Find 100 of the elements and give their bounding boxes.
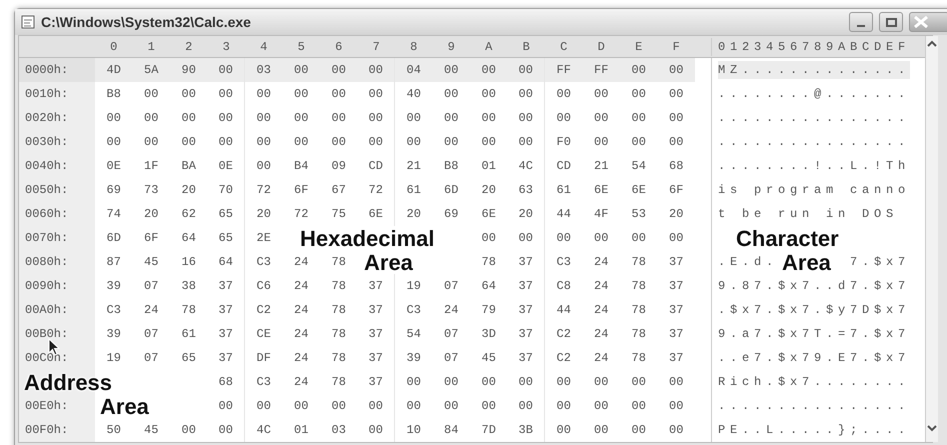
hex-cell[interactable]: 37 bbox=[658, 322, 695, 346]
character-text[interactable]: ................ bbox=[718, 397, 910, 415]
hex-cell[interactable]: 37 bbox=[358, 274, 395, 298]
hex-cell[interactable]: 00 bbox=[358, 130, 395, 154]
hex-cell[interactable]: 6E bbox=[470, 202, 508, 226]
hex-cell[interactable]: BA bbox=[170, 154, 208, 178]
hex-cell[interactable]: C3 bbox=[95, 298, 132, 322]
hex-cell[interactable]: 00 bbox=[170, 106, 208, 130]
hex-cell[interactable]: 00 bbox=[508, 82, 545, 106]
hex-cell[interactable]: 00 bbox=[658, 58, 695, 82]
hex-cell[interactable]: 00 bbox=[508, 106, 545, 130]
scrollbar[interactable] bbox=[925, 36, 938, 442]
hex-cell[interactable]: 00 bbox=[208, 58, 245, 82]
hex-cell[interactable]: 39 bbox=[95, 274, 132, 298]
hex-cell[interactable]: 07 bbox=[132, 322, 170, 346]
hex-cell[interactable]: 37 bbox=[508, 322, 545, 346]
hex-cell[interactable]: 07 bbox=[432, 274, 470, 298]
hex-cell[interactable]: 00 bbox=[658, 370, 695, 394]
hex-cell[interactable]: 4D bbox=[95, 58, 132, 82]
hex-cell[interactable]: 74 bbox=[95, 202, 132, 226]
character-text[interactable]: ........@....... bbox=[718, 85, 910, 103]
hex-cell[interactable]: 00 bbox=[545, 418, 582, 442]
hex-cell[interactable]: 00 bbox=[282, 130, 320, 154]
hex-cell[interactable]: 37 bbox=[508, 346, 545, 370]
hex-cell[interactable]: 00 bbox=[470, 106, 508, 130]
hex-cell[interactable]: 69 bbox=[432, 202, 470, 226]
hex-cell[interactable]: 00 bbox=[582, 418, 620, 442]
hex-cell[interactable]: 00 bbox=[170, 130, 208, 154]
hex-cell[interactable]: 78 bbox=[320, 274, 358, 298]
hex-cell[interactable]: 44 bbox=[545, 298, 582, 322]
hex-cell[interactable]: 6F bbox=[132, 226, 170, 250]
hex-cell[interactable]: 37 bbox=[208, 322, 245, 346]
hex-cell[interactable]: 24 bbox=[282, 274, 320, 298]
hex-cell[interactable]: 3D bbox=[470, 322, 508, 346]
hex-cell[interactable]: C3 bbox=[395, 298, 432, 322]
hex-cell[interactable]: 54 bbox=[620, 154, 658, 178]
character-text[interactable]: 9.a7.$x7T.=7.$x7 bbox=[718, 325, 910, 343]
hex-cell[interactable]: 00 bbox=[132, 130, 170, 154]
hex-cell[interactable]: 09 bbox=[320, 154, 358, 178]
hex-cell[interactable]: 78 bbox=[620, 346, 658, 370]
hex-cell[interactable]: 00 bbox=[282, 82, 320, 106]
hex-cell[interactable]: 00 bbox=[620, 106, 658, 130]
hex-cell[interactable]: 7D bbox=[470, 418, 508, 442]
hex-cell[interactable]: 00 bbox=[508, 226, 545, 250]
hex-cell[interactable]: 00 bbox=[95, 106, 132, 130]
hex-cell[interactable]: 4C bbox=[508, 154, 545, 178]
hex-cell[interactable]: 24 bbox=[282, 250, 320, 274]
hex-cell[interactable]: 00 bbox=[620, 130, 658, 154]
hex-cell[interactable]: 78 bbox=[620, 250, 658, 274]
hex-cell[interactable]: C2 bbox=[245, 298, 282, 322]
hex-cell[interactable]: 6E bbox=[358, 202, 395, 226]
hex-cell[interactable]: 37 bbox=[358, 346, 395, 370]
hex-cell[interactable]: 00 bbox=[132, 82, 170, 106]
hex-cell[interactable]: 24 bbox=[132, 298, 170, 322]
hex-cell[interactable]: 78 bbox=[320, 250, 358, 274]
hex-cell[interactable]: 70 bbox=[208, 178, 245, 202]
hex-cell[interactable]: 00 bbox=[620, 226, 658, 250]
hex-cell[interactable]: 68 bbox=[208, 370, 245, 394]
hex-cell[interactable]: 20 bbox=[470, 178, 508, 202]
hex-cell[interactable]: 00 bbox=[132, 106, 170, 130]
hex-cell[interactable]: 24 bbox=[282, 298, 320, 322]
hex-cell[interactable]: 20 bbox=[132, 202, 170, 226]
hex-cell[interactable]: FF bbox=[545, 58, 582, 82]
hex-cell[interactable]: DF bbox=[245, 346, 282, 370]
hex-cell[interactable]: 00 bbox=[395, 370, 432, 394]
hex-cell[interactable]: 84 bbox=[432, 418, 470, 442]
hex-cell[interactable]: 24 bbox=[282, 346, 320, 370]
hex-cell[interactable]: 24 bbox=[582, 322, 620, 346]
hex-cell[interactable]: 3B bbox=[508, 418, 545, 442]
close-button[interactable] bbox=[909, 12, 947, 32]
hex-cell[interactable]: 21 bbox=[582, 154, 620, 178]
hex-cell[interactable]: 00 bbox=[320, 82, 358, 106]
hex-cell[interactable]: 00 bbox=[620, 82, 658, 106]
hex-cell[interactable]: 00 bbox=[470, 370, 508, 394]
hex-cell[interactable]: 78 bbox=[470, 250, 508, 274]
hex-cell[interactable]: 07 bbox=[132, 346, 170, 370]
hex-cell[interactable]: 44 bbox=[545, 202, 582, 226]
hex-cell[interactable]: 78 bbox=[320, 370, 358, 394]
hex-cell[interactable]: 6E bbox=[620, 178, 658, 202]
hex-cell[interactable]: 64 bbox=[208, 250, 245, 274]
hex-cell[interactable]: 00 bbox=[95, 130, 132, 154]
hex-cell[interactable]: 37 bbox=[358, 298, 395, 322]
hex-cell[interactable]: 0E bbox=[208, 154, 245, 178]
minimize-button[interactable] bbox=[849, 12, 873, 32]
hex-cell[interactable]: 16 bbox=[170, 250, 208, 274]
character-text[interactable]: ................ bbox=[718, 133, 910, 151]
hex-cell[interactable]: 6F bbox=[658, 178, 695, 202]
hex-cell[interactable]: 00 bbox=[508, 370, 545, 394]
hex-cell[interactable]: 61 bbox=[170, 322, 208, 346]
hex-cell[interactable]: 4C bbox=[245, 418, 282, 442]
maximize-button[interactable] bbox=[879, 12, 903, 32]
hex-cell[interactable]: 78 bbox=[320, 322, 358, 346]
hex-cell[interactable]: 73 bbox=[132, 178, 170, 202]
hex-cell[interactable]: B8 bbox=[95, 82, 132, 106]
hex-cell[interactable]: FF bbox=[582, 58, 620, 82]
hex-cell[interactable]: 00 bbox=[658, 130, 695, 154]
hex-cell[interactable]: B4 bbox=[282, 154, 320, 178]
hex-cell[interactable]: 00 bbox=[582, 82, 620, 106]
hex-cell[interactable]: 00 bbox=[470, 58, 508, 82]
hex-cell[interactable]: 20 bbox=[395, 202, 432, 226]
